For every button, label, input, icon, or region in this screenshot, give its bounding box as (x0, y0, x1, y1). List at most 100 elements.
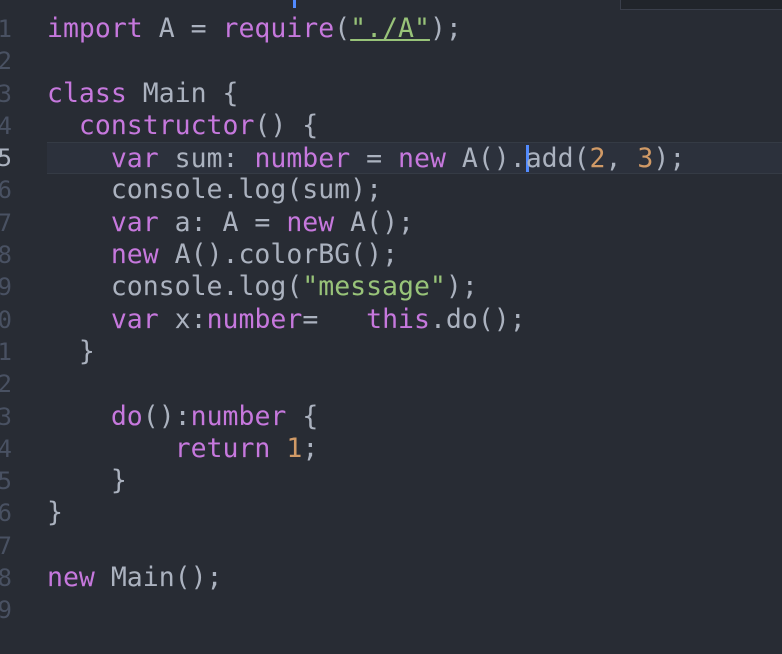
keyword-token: var (110, 303, 159, 335)
code-line-active[interactable]: var sum: number = new A().add(2, 3); (47, 142, 782, 175)
code-line[interactable]: class Main { (47, 78, 782, 110)
line-number: 6 (0, 176, 12, 205)
code-line[interactable]: var x:number= this.do(); (47, 304, 782, 336)
code-line[interactable]: return 1; (47, 433, 782, 465)
keyword-token: number (206, 303, 303, 335)
code-token: { (286, 400, 319, 432)
code-token: console.log(sum); (47, 174, 383, 206)
line-number: 17 (0, 531, 12, 560)
code-line[interactable]: console.log(sum); (47, 174, 782, 206)
active-tab-indicator (293, 0, 296, 8)
tab-bar-right-panel (620, 0, 782, 10)
code-line[interactable] (47, 530, 782, 562)
keyword-token: this (366, 303, 430, 335)
code-token: A(); (334, 206, 414, 238)
keyword-token: number (190, 400, 287, 432)
code-line[interactable] (47, 594, 782, 626)
line-number: 14 (0, 434, 12, 463)
line-number: 9 (0, 273, 12, 302)
code-token: add( (525, 143, 590, 175)
code-token: ( (334, 13, 351, 44)
code-token: } (47, 465, 127, 497)
keyword-token: do (110, 400, 143, 432)
code-token: , (605, 143, 638, 175)
code-token: } (47, 335, 95, 367)
number-token: 2 (589, 143, 606, 175)
line-number: 10 (0, 305, 12, 334)
keyword-token: new (110, 239, 159, 271)
keyword-token: require (222, 13, 335, 44)
code-token: a: A = (158, 206, 287, 238)
line-number: 3 (0, 79, 12, 108)
keyword-token: number (254, 143, 351, 175)
code-line[interactable]: var a: A = new A(); (47, 207, 782, 239)
tab-bar-edge (0, 0, 782, 10)
line-number: 16 (0, 499, 12, 528)
code-token: .do(); (429, 303, 526, 335)
keyword-token: var (110, 143, 159, 175)
code-line[interactable] (47, 45, 782, 77)
keyword-token: return (174, 432, 271, 464)
number-token: 1 (286, 432, 303, 464)
code-line[interactable]: new A().colorBG(); (47, 239, 782, 271)
code-editor[interactable]: 12345678910111213141516171819 import A =… (0, 0, 782, 654)
code-token: sum: (158, 143, 255, 175)
code-token: () { (254, 109, 319, 141)
line-number: 1 (0, 15, 12, 43)
line-number-gutter: 12345678910111213141516171819 (0, 13, 12, 627)
line-number: 8 (0, 241, 12, 270)
code-line[interactable]: } (47, 497, 782, 529)
string-token: "message" (302, 271, 446, 303)
code-token: ); (653, 143, 686, 175)
line-number: 13 (0, 402, 12, 431)
code-token: Main(); (94, 562, 223, 594)
line-number: 4 (0, 111, 12, 140)
line-number: 18 (0, 564, 12, 593)
keyword-token: new (286, 206, 335, 238)
code-token: ; (302, 432, 319, 464)
code-token: = (350, 143, 399, 175)
code-token: A().colorBG(); (158, 239, 399, 271)
code-line[interactable]: } (47, 336, 782, 368)
keyword-token: class (47, 77, 127, 109)
code-token: console.log( (47, 271, 303, 303)
line-number: 12 (0, 370, 12, 399)
line-number: 19 (0, 596, 12, 625)
code-token: ); (445, 271, 478, 303)
code-line[interactable]: console.log("message"); (47, 271, 782, 303)
line-number: 7 (0, 208, 12, 237)
keyword-token: var (110, 206, 159, 238)
code-token: = (302, 303, 367, 335)
code-token: ); (429, 13, 462, 44)
string-token: "./A" (350, 13, 430, 44)
keyword-token: constructor (78, 109, 255, 141)
code-line[interactable]: do():number { (47, 401, 782, 433)
line-number: 11 (0, 337, 12, 366)
code-line[interactable] (47, 368, 782, 400)
line-number: 15 (0, 467, 12, 496)
code-line[interactable]: constructor() { (47, 110, 782, 142)
code-line[interactable]: import A = require("./A"); (47, 13, 782, 45)
code-line[interactable]: } (47, 465, 782, 497)
keyword-token: new (398, 143, 446, 175)
keyword-token: new (47, 562, 95, 594)
code-token: (): (142, 400, 191, 432)
code-line[interactable]: new Main(); (47, 562, 782, 594)
code-area[interactable]: import A = require("./A"); class Main { c… (47, 13, 782, 627)
code-token: A(). (445, 143, 526, 175)
keyword-token: import (47, 13, 143, 44)
code-token: } (47, 497, 63, 529)
code-token: Main { (126, 77, 239, 109)
code-token: A = (142, 13, 223, 44)
number-token: 3 (637, 143, 654, 175)
code-token: x: (158, 303, 207, 335)
line-number: 5 (0, 144, 12, 173)
